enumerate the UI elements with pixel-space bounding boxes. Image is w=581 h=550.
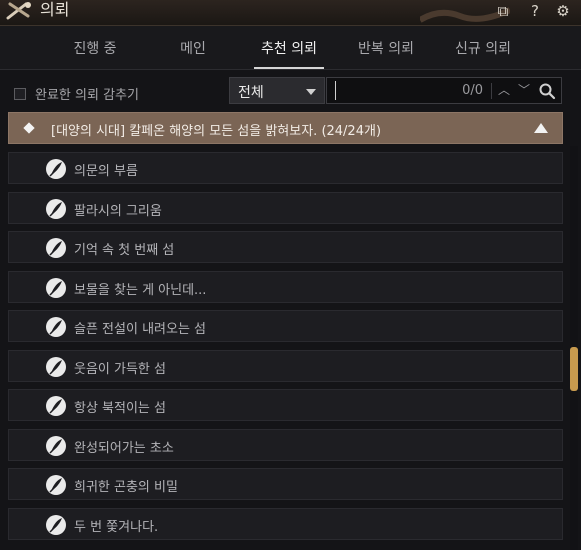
feather-quill-icon: [46, 199, 66, 219]
quest-list-panel: [대양의 시대] 칼페온 해양의 모든 섬을 밝혀보자. (24/24개) 의문…: [8, 112, 563, 550]
diamond-icon: [23, 122, 35, 134]
hide-completed-checkbox[interactable]: [14, 87, 26, 100]
category-select-value: 전체: [238, 85, 264, 101]
quest-item-label: 슬픈 전설이 내려오는 섬: [74, 322, 206, 337]
quest-group-header[interactable]: [대양의 시대] 칼페온 해양의 모든 섬을 밝혀보자. (24/24개): [8, 112, 563, 144]
settings-icon[interactable]: ⚙: [554, 2, 572, 20]
quest-item[interactable]: 항상 북적이는 섬: [8, 389, 563, 421]
quest-item[interactable]: 의문의 부름: [8, 152, 563, 184]
quest-tabs: 진행 중 메인 추천 의뢰 반복 의뢰 신규 의뢰: [0, 26, 581, 70]
collapse-arrow-icon[interactable]: [534, 123, 548, 133]
hide-completed-toggle[interactable]: 완료한 의뢰 감추기: [14, 84, 139, 103]
feather-quill-icon: [46, 475, 66, 495]
quest-item[interactable]: 희귀한 곤충의 비밀: [8, 468, 563, 500]
crossed-tools-logo: [6, 2, 31, 20]
feather-quill-icon: [46, 159, 66, 179]
feather-quill-icon: [46, 317, 66, 337]
quest-category-select[interactable]: 전체: [229, 77, 325, 104]
quest-item[interactable]: 슬픈 전설이 내려오는 섬: [8, 310, 563, 342]
quest-item[interactable]: 기억 속 첫 번째 섬: [8, 231, 563, 263]
quest-item-label: 두 번 쫓겨나다.: [74, 520, 159, 535]
window-titlebar: 의뢰 ⧉ ? ⚙: [0, 0, 581, 26]
quest-item-label: 보물을 찾는 게 아닌데...: [74, 283, 207, 298]
popout-icon[interactable]: ⧉: [494, 2, 512, 20]
tab-recommended[interactable]: 추천 의뢰: [244, 38, 334, 58]
feather-quill-icon: [46, 436, 66, 456]
feather-quill-icon: [46, 515, 66, 535]
quest-item-label: 기억 속 첫 번째 섬: [74, 243, 175, 258]
tab-main[interactable]: 메인: [148, 38, 238, 58]
quest-group-title: [대양의 시대] 칼페온 해양의 모든 섬을 밝혀보자. (24/24개): [51, 124, 382, 139]
quest-item-label: 희귀한 곤충의 비밀: [74, 480, 178, 495]
feather-quill-icon: [46, 357, 66, 377]
active-tab-indicator: [254, 67, 324, 69]
quest-item[interactable]: 보물을 찾는 게 아닌데...: [8, 271, 563, 303]
hide-completed-label: 완료한 의뢰 감추기: [35, 88, 139, 103]
search-prev-icon[interactable]: ︿: [495, 81, 513, 100]
tab-repeat[interactable]: 반복 의뢰: [341, 38, 431, 58]
quest-search-input[interactable]: [335, 81, 445, 100]
search-icon[interactable]: [538, 82, 556, 100]
quest-search-box: 0/0 ︿ ﹀: [326, 77, 562, 104]
tab-in-progress[interactable]: 진행 중: [50, 38, 140, 58]
help-icon[interactable]: ?: [526, 2, 544, 20]
quest-item-label: 팔라시의 그리움: [74, 204, 162, 219]
quest-item[interactable]: 완성되어가는 초소: [8, 429, 563, 461]
quest-list-scrollbar-thumb[interactable]: [570, 347, 578, 391]
feather-quill-icon: [46, 238, 66, 258]
quest-item-label: 완성되어가는 초소: [74, 441, 174, 456]
window-title: 의뢰: [40, 0, 70, 19]
quest-item[interactable]: 두 번 쫓겨나다.: [8, 508, 563, 540]
feather-quill-icon: [46, 278, 66, 298]
chevron-down-icon: [306, 89, 316, 95]
quest-item-label: 의문의 부름: [74, 164, 138, 179]
quest-item-label: 웃음이 가득한 섬: [74, 362, 166, 377]
search-divider: [491, 83, 492, 99]
search-next-icon[interactable]: ﹀: [515, 81, 533, 100]
quest-item[interactable]: 웃음이 가득한 섬: [8, 350, 563, 382]
feather-quill-icon: [46, 396, 66, 416]
quest-item[interactable]: 팔라시의 그리움: [8, 192, 563, 224]
tab-new[interactable]: 신규 의뢰: [438, 38, 528, 58]
quest-item-label: 항상 북적이는 섬: [74, 401, 166, 416]
search-result-count: 0/0: [462, 83, 483, 98]
